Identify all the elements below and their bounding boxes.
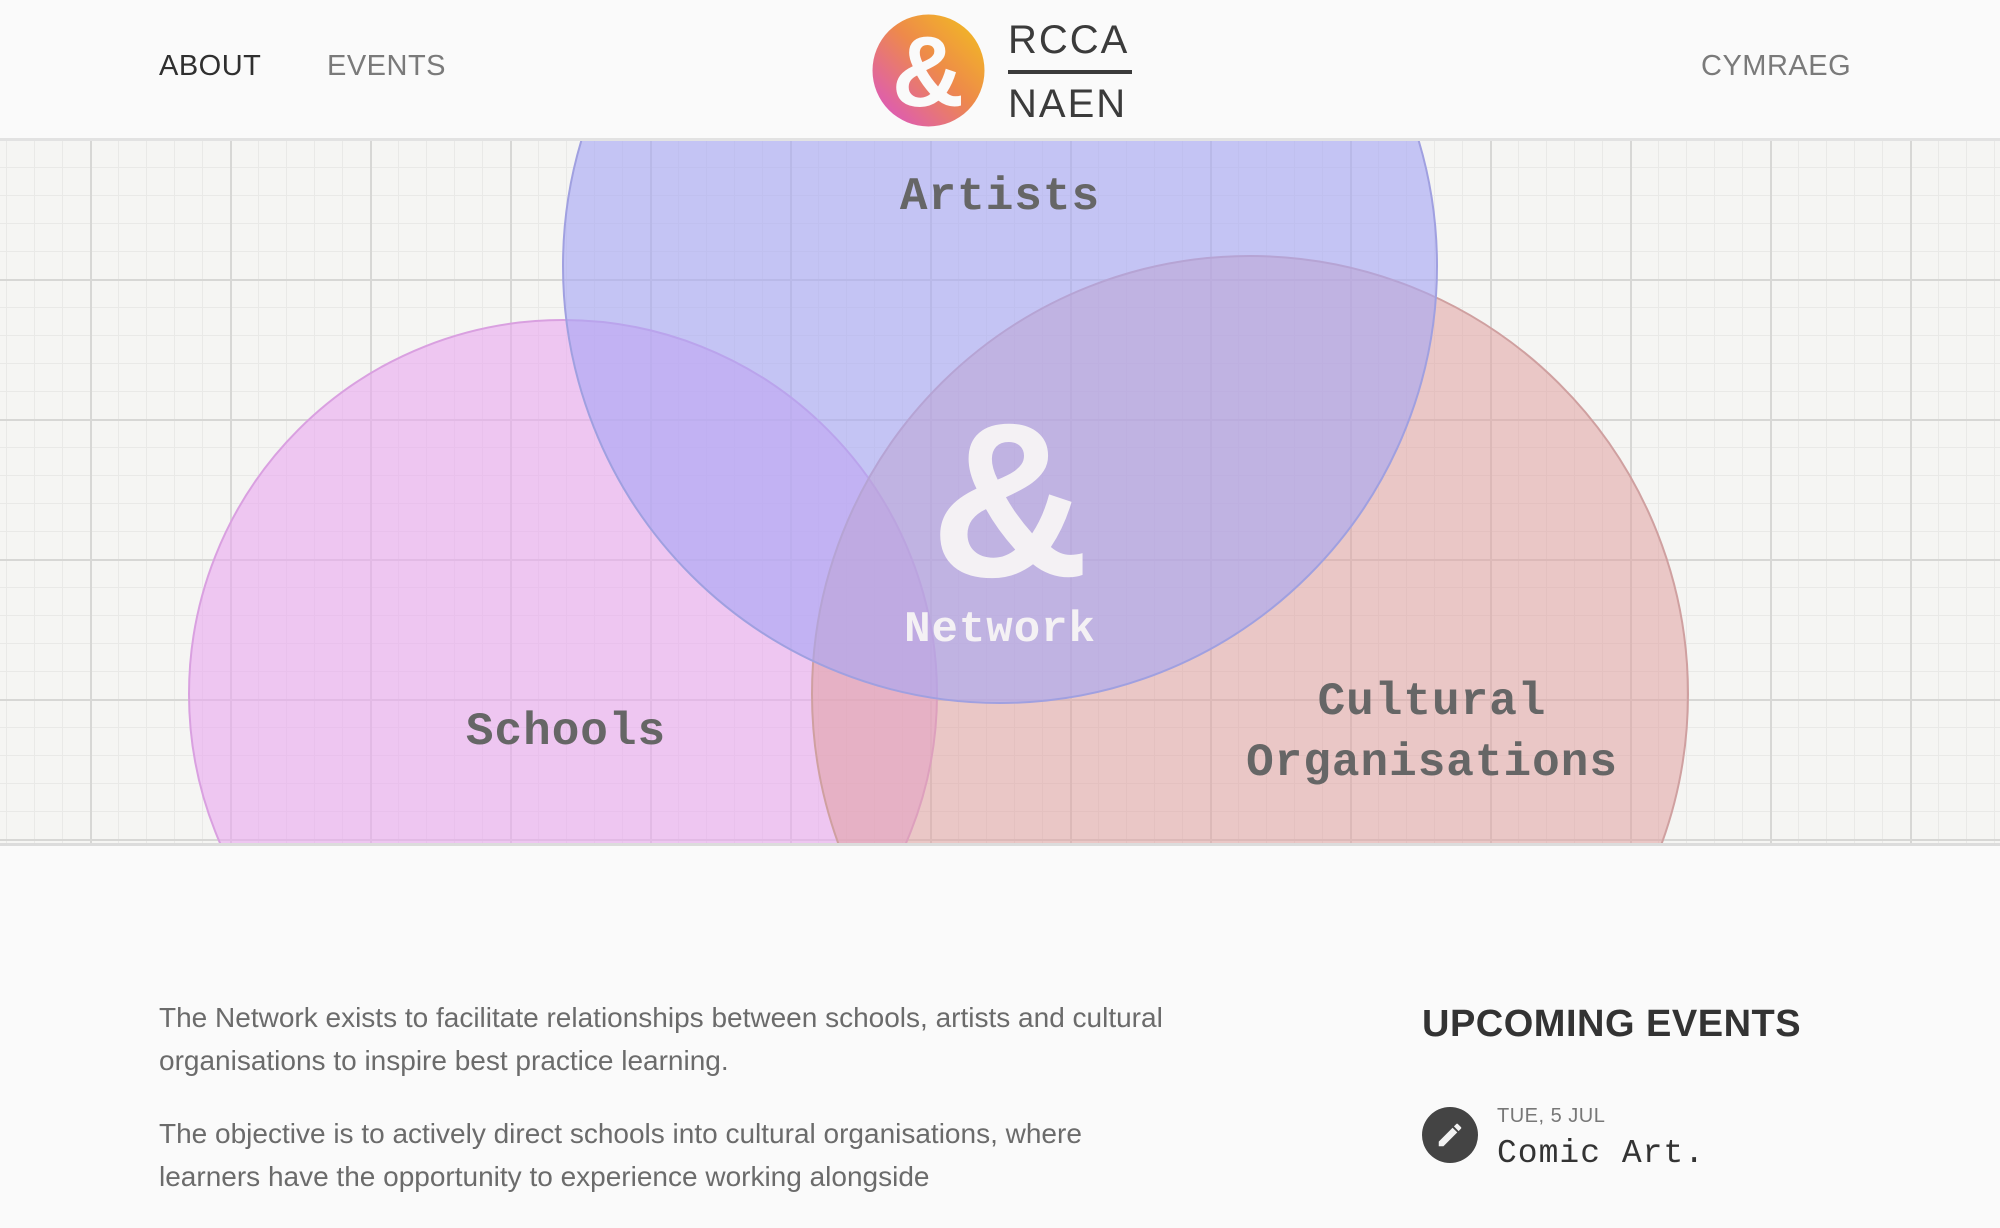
intro-paragraph-1: The Network exists to facilitate relatio… bbox=[159, 1002, 1163, 1076]
event-item[interactable]: TUE, 5 JUL Comic Art. bbox=[1422, 1105, 1882, 1185]
upcoming-events: UPCOMING EVENTS TUE, 5 JUL Comic Art. bbox=[1422, 1003, 1882, 1172]
site-logo[interactable]: & RCCA NAEN bbox=[872, 12, 1132, 130]
event-date: TUE, 5 JUL bbox=[1497, 1105, 1606, 1127]
site-header: ABOUT EVENTS & RCCA NAEN CYMRAEG bbox=[0, 0, 2000, 141]
logo-text-rcca: RCCA bbox=[1008, 20, 1132, 74]
intro-paragraph-2: The objective is to actively direct scho… bbox=[159, 1118, 1082, 1192]
svg-text:&: & bbox=[892, 16, 964, 127]
venn-diagram: Artists Schools Cultural Organisations &… bbox=[188, 141, 1689, 843]
logo-text-naen: NAEN bbox=[1008, 82, 1128, 126]
label-schools: Schools bbox=[466, 706, 666, 758]
label-artists: Artists bbox=[900, 171, 1100, 223]
nav-about[interactable]: ABOUT bbox=[159, 50, 261, 83]
label-cultural-line1: Cultural bbox=[1318, 676, 1547, 728]
events-heading: UPCOMING EVENTS bbox=[1422, 1003, 1802, 1045]
nav-events[interactable]: EVENTS bbox=[327, 50, 446, 83]
pencil-icon bbox=[1422, 1107, 1478, 1163]
label-network: Network bbox=[904, 605, 1096, 655]
intro-text: The Network exists to facilitate relatio… bbox=[159, 996, 1169, 1228]
ampersand-center-icon: & bbox=[931, 377, 1090, 623]
language-toggle[interactable]: CYMRAEG bbox=[1701, 50, 1851, 83]
label-cultural-line2: Organisations bbox=[1246, 737, 1618, 789]
hero-venn-diagram: Artists Schools Cultural Organisations &… bbox=[0, 141, 2000, 846]
ampersand-logo-icon: & bbox=[872, 14, 985, 127]
event-title[interactable]: Comic Art. bbox=[1497, 1135, 1705, 1172]
